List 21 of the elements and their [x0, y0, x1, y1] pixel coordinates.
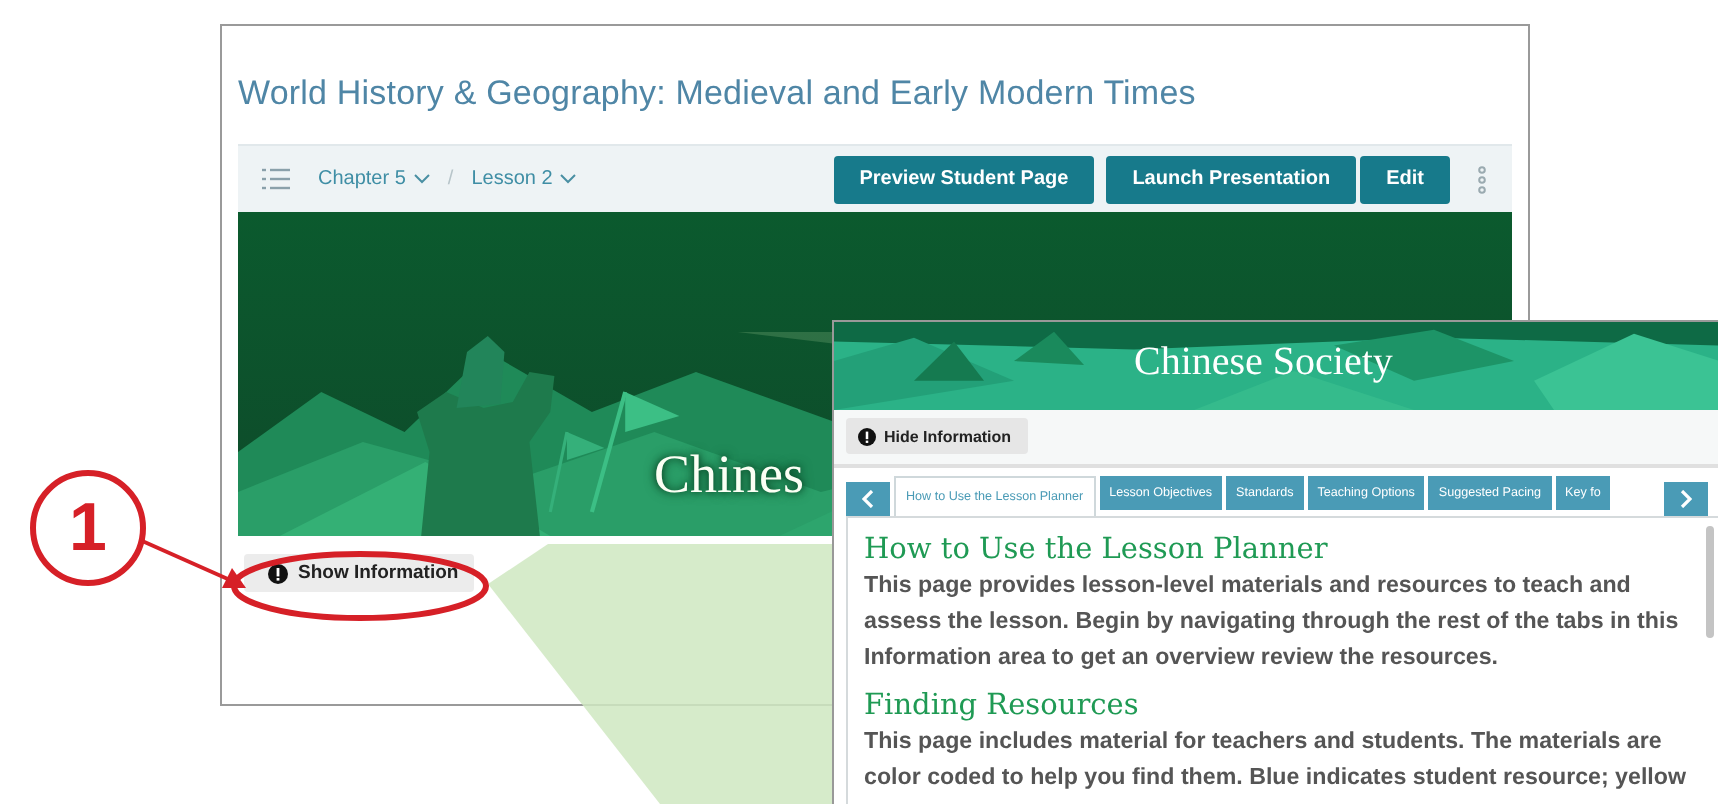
callout-arrow: [138, 536, 250, 592]
scrollbar-thumb[interactable]: [1706, 526, 1714, 638]
section-heading: How to Use the Lesson Planner: [864, 534, 1330, 566]
more-icon[interactable]: [1478, 165, 1486, 193]
breadcrumb-separator: /: [447, 168, 454, 190]
chevron-down-icon: [560, 174, 577, 184]
toolbar-button[interactable]: Edit: [1360, 155, 1450, 203]
info-icon: [268, 563, 288, 583]
step-number: 1: [30, 470, 146, 586]
chevron-down-icon: [413, 174, 430, 184]
section-heading: Finding Resources: [864, 690, 1141, 722]
toolbar-button[interactable]: Launch Presentation: [1106, 155, 1357, 203]
section-text: This page includes material for teachers and students. The materials are color coded to help you find them. Blue indicates student resource; yellow: [864, 726, 1686, 794]
section-text: This page provides lesson-level materials and resources to teach and assess the lesson. Begin by navigating through the rest of the tabs in this Information area to get an overview review the resources.: [864, 570, 1681, 674]
next-tab-button[interactable]: [1664, 482, 1708, 516]
breadcrumb-dropdown[interactable]: Lesson 2: [471, 168, 577, 190]
toolbar-button[interactable]: Preview Student Page: [833, 155, 1095, 203]
course-title: World History & Geography: Medieval and Early Modern Times: [238, 74, 1198, 114]
menu-icon[interactable]: [262, 168, 290, 190]
breadcrumb-dropdown[interactable]: Chapter 5: [318, 168, 430, 190]
chevron-right-icon: [1680, 490, 1692, 508]
